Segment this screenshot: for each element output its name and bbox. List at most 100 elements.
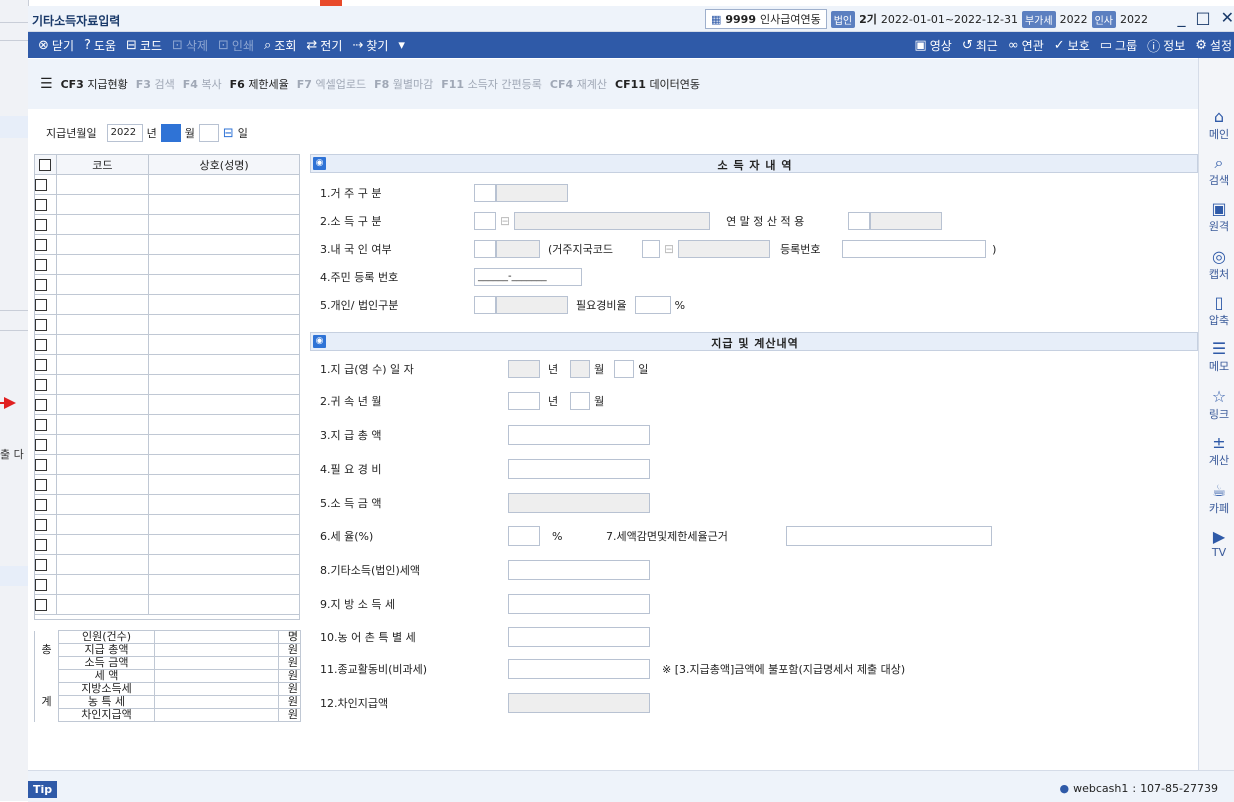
fkey-f3[interactable]: F3 검색 [136,76,175,92]
table-row[interactable] [34,494,300,515]
code-cell[interactable] [55,274,150,295]
table-row[interactable] [34,454,300,475]
sidebar-item-압축[interactable]: ▯ 압축 [1199,294,1234,328]
fkey-f4[interactable]: F4 복사 [183,76,222,92]
sidebar-item-계산[interactable]: ± 계산 [1199,434,1234,468]
pay-month-input[interactable] [160,124,181,142]
name-cell[interactable] [148,454,300,475]
name-cell[interactable] [148,234,300,255]
pay-day-input[interactable] [198,124,219,142]
fkey-cf3[interactable]: CF3 지급현황 [61,76,128,92]
name-cell[interactable] [148,554,300,575]
sidebar-item-TV[interactable]: ▶ TV [1199,528,1234,560]
toolbar-find-button[interactable]: ⇢ 찾기 [352,37,388,54]
name-cell[interactable] [148,514,300,535]
table-row[interactable] [34,234,300,255]
code-cell[interactable] [55,234,150,255]
name-cell[interactable] [148,254,300,275]
row-checkbox[interactable] [34,174,57,195]
sidebar-item-메인[interactable]: ⌂ 메인 [1199,108,1234,142]
table-row[interactable] [34,314,300,335]
toolbar-settings-button[interactable]: ⚙ 설정 [1195,37,1232,54]
code-cell[interactable] [55,494,150,515]
row-checkbox[interactable] [34,474,57,495]
row-checkbox[interactable] [34,214,57,235]
pay-date-month-field[interactable] [570,360,591,378]
row-checkbox[interactable] [34,354,57,375]
table-row[interactable] [34,554,300,575]
code-cell[interactable] [55,414,150,435]
row-checkbox[interactable] [34,414,57,435]
code-cell[interactable] [55,594,150,615]
toolbar-delete-button[interactable]: ⊡ 삭제 [172,37,208,54]
domestic-code-input[interactable] [474,240,496,258]
name-cell[interactable] [148,194,300,215]
row-checkbox[interactable] [34,514,57,535]
fkey-f8[interactable]: F8 월별마감 [374,76,433,92]
table-row[interactable] [34,194,300,215]
row-checkbox[interactable] [34,434,57,455]
name-cell[interactable] [148,294,300,315]
table-row[interactable] [34,534,300,555]
toolbar-transfer-button[interactable]: ⇄ 전기 [306,37,342,54]
row-checkbox[interactable] [34,314,57,335]
tip-button[interactable]: Tip [28,781,58,798]
sidebar-item-링크[interactable]: ☆ 링크 [1199,388,1234,422]
toolbar-related-button[interactable]: ∞ 연관 [1008,37,1044,54]
name-cell[interactable] [148,394,300,415]
year-end-code-input[interactable] [848,212,871,230]
table-row[interactable] [34,474,300,495]
code-cell[interactable] [55,454,150,475]
calendar-icon[interactable]: ⊟ [223,126,234,141]
name-cell[interactable] [148,214,300,235]
code-cell[interactable] [55,174,150,195]
row-checkbox[interactable] [34,294,57,315]
sidebar-item-캡처[interactable]: ◎ 캡처 [1199,248,1234,282]
table-row[interactable] [34,374,300,395]
table-row[interactable] [34,514,300,535]
toolbar-more-button[interactable]: ▾ [398,38,405,53]
personal-corp-code-input[interactable] [474,296,496,314]
table-row[interactable] [34,294,300,315]
fkey-cf4[interactable]: CF4 재계산 [550,76,607,92]
attr-year-input[interactable] [508,392,540,410]
name-cell[interactable] [148,174,300,195]
resident-code-input[interactable] [474,184,496,202]
resident-no-input[interactable]: ______-_______ [474,268,582,286]
name-cell[interactable] [148,574,300,595]
fkey-f6[interactable]: F6 제한세율 [230,76,289,92]
code-cell[interactable] [55,194,150,215]
tax-rate-input[interactable] [508,526,540,546]
expense-rate-input[interactable] [634,296,671,314]
toolbar-recent-button[interactable]: ↺ 최근 [962,37,998,54]
row-checkbox[interactable] [34,374,57,395]
code-cell[interactable] [55,434,150,455]
toolbar-video-button[interactable]: ▣ 영상 [914,37,951,54]
pay-year-input[interactable]: 2022 [106,124,143,142]
code-cell[interactable] [55,394,150,415]
pay-date-year-field[interactable] [508,360,540,378]
row-checkbox[interactable] [34,494,57,515]
table-row[interactable] [34,574,300,595]
sidebar-item-카페[interactable]: ☕ 카페 [1199,482,1234,516]
pay-date-day-field[interactable] [614,360,635,378]
select-all-checkbox[interactable] [34,154,57,175]
toolbar-search-button[interactable]: ⌕ 조회 [264,37,296,54]
code-cell[interactable] [55,554,150,575]
company-selector[interactable]: ▦ 9999 인사급여연동 [704,9,827,29]
code-cell[interactable] [55,514,150,535]
fkey-cf11[interactable]: CF11 데이터연동 [615,76,700,92]
table-row[interactable] [34,414,300,435]
row-checkbox[interactable] [34,454,57,475]
row-checkbox[interactable] [34,194,57,215]
name-cell[interactable] [148,354,300,375]
table-row[interactable] [34,354,300,375]
row-checkbox[interactable] [34,334,57,355]
toolbar-info-button[interactable]: ⓘ 정보 [1147,36,1185,55]
code-cell[interactable] [55,574,150,595]
row-checkbox[interactable] [34,534,57,555]
row-checkbox[interactable] [34,574,57,595]
table-row[interactable] [34,334,300,355]
toolbar-code-button[interactable]: ⊟ 코드 [126,37,162,54]
code-cell[interactable] [55,254,150,275]
